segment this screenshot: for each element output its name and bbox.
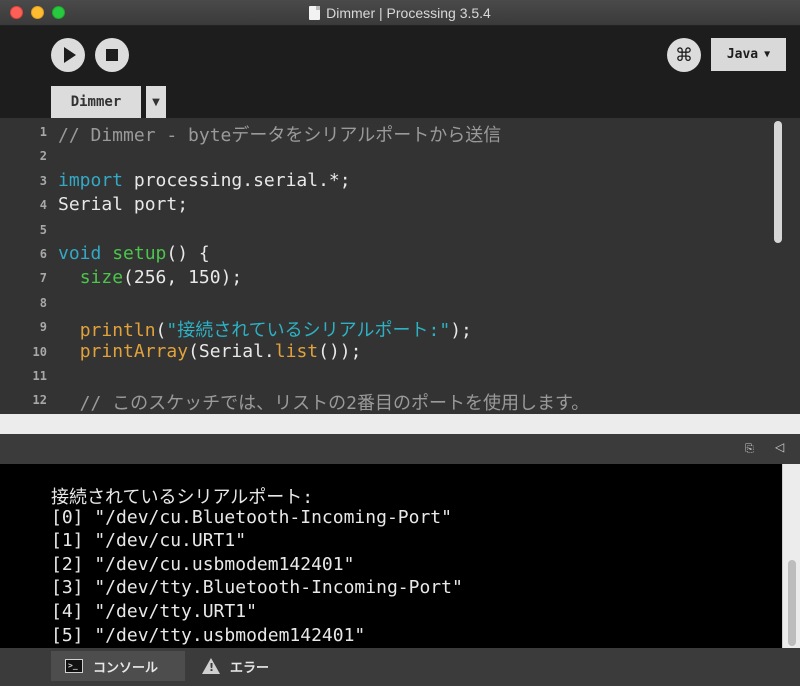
code-token: // Dimmer - byteデータをシリアルポートから送信 — [58, 125, 502, 146]
code-text: size(256, 150); — [58, 267, 243, 289]
code-line[interactable]: 4 Serial port; — [0, 193, 770, 217]
bottom-tab-bar: >_ コンソール エラー — [0, 648, 800, 686]
console-scrollbar[interactable] — [782, 464, 800, 648]
copy-icon[interactable]: ⎘ — [745, 442, 754, 456]
tab-dimmer[interactable]: Dimmer — [51, 86, 141, 118]
stop-icon — [106, 49, 118, 61]
line-number: 6 — [39, 247, 47, 261]
code-line[interactable]: 8 — [0, 291, 770, 315]
code-text: import processing.serial.*; — [58, 170, 351, 191]
code-token: ()); — [318, 340, 362, 362]
line-number: 8 — [39, 295, 47, 310]
console-output[interactable]: 接続されているシリアルポート: [0] "/dev/cu.Bluetooth-In… — [0, 464, 800, 648]
code-text: // Dimmer - byteデータをシリアルポートから送信 — [58, 121, 501, 147]
console-line: 接続されているシリアルポート: — [51, 487, 314, 508]
line-number: 12 — [32, 393, 47, 408]
console-scroll-thumb[interactable] — [788, 560, 796, 646]
status-bar: ⎘ ◁ — [0, 434, 800, 464]
console-icon: >_ — [65, 659, 83, 673]
code-text: // このスケッチでは、リストの2番目のポートを使用します。 — [58, 389, 590, 414]
sketch-tabs: Dimmer ▼ — [0, 86, 800, 118]
line-number: 5 — [39, 222, 47, 237]
code-token: println — [79, 320, 156, 342]
line-number: 10 — [32, 344, 47, 359]
code-token: import — [58, 169, 124, 191]
code-token: list — [274, 340, 319, 362]
stop-button[interactable] — [95, 38, 129, 72]
line-number: 9 — [39, 320, 47, 335]
mode-selector[interactable]: Java ▼ — [711, 38, 786, 71]
tab-console[interactable]: >_ コンソール — [51, 651, 185, 681]
tab-errors-label: エラー — [230, 660, 270, 676]
code-token: "接続されているシリアルポート:" — [166, 320, 451, 342]
code-token: // このスケッチでは、リストの2番目のポートを使用します。 — [58, 393, 590, 414]
code-line[interactable]: 1 // Dimmer - byteデータをシリアルポートから送信 — [0, 120, 770, 147]
code-line[interactable]: 6 void setup() { — [0, 242, 770, 266]
code-line[interactable]: 2 — [0, 144, 770, 168]
code-editor[interactable]: 1 // Dimmer - byteデータをシリアルポートから送信 2 3 import… — [0, 118, 800, 414]
console-line: [0] "/dev/cu.Bluetooth-Incoming-Port" — [51, 506, 452, 528]
tab-errors[interactable]: エラー — [190, 651, 295, 681]
caret-down-icon: ▼ — [152, 96, 160, 108]
debugger-icon: ⌘ — [675, 44, 693, 66]
run-button[interactable] — [51, 38, 85, 72]
warning-icon — [202, 658, 220, 674]
code-token: ( — [155, 320, 167, 342]
code-line[interactable]: 3 import processing.serial.*; — [0, 169, 770, 193]
code-line[interactable]: 5 — [0, 218, 770, 242]
caret-down-icon: ▼ — [764, 49, 771, 60]
code-token: () { — [166, 243, 210, 264]
console-line: [2] "/dev/cu.usbmodem142401" — [51, 553, 355, 575]
line-number: 1 — [39, 125, 47, 139]
line-number: 7 — [39, 271, 47, 286]
code-token: (256, 150); — [123, 267, 243, 289]
code-line[interactable]: 9 println("接続されているシリアルポート:"); — [0, 315, 770, 342]
tab-console-label: コンソール — [93, 660, 159, 676]
code-text: Serial port; — [58, 194, 188, 215]
code-text: printArray(Serial.list()); — [58, 340, 362, 362]
title-bar: Dimmer | Processing 3.5.4 — [0, 0, 800, 26]
console-line: [4] "/dev/tty.URT1" — [51, 601, 257, 622]
collapse-arrow-icon[interactable]: ◁ — [775, 440, 784, 454]
toolbar: ⌘ Java ▼ — [0, 26, 800, 86]
console-line: [1] "/dev/cu.URT1" — [51, 530, 247, 552]
play-icon — [63, 47, 76, 63]
window-title: Dimmer | Processing 3.5.4 — [326, 5, 491, 21]
code-text: void setup() { — [58, 243, 210, 264]
mode-label: Java — [726, 47, 759, 62]
code-token: printArray — [79, 340, 189, 362]
window-title-group: Dimmer | Processing 3.5.4 — [0, 0, 800, 26]
code-line[interactable]: 12 // このスケッチでは、リストの2番目のポートを使用します。 — [0, 388, 770, 414]
line-number: 11 — [32, 369, 47, 383]
code-line[interactable]: 10 printArray(Serial.list()); — [0, 340, 770, 364]
code-token: void — [58, 243, 102, 264]
code-token: Serial port; — [58, 194, 189, 216]
line-number: 3 — [39, 173, 47, 188]
code-token: setup — [112, 243, 167, 264]
code-token: ); — [450, 320, 472, 342]
line-number: 4 — [39, 198, 47, 213]
code-line[interactable]: 7 size(256, 150); — [0, 266, 770, 290]
line-number: 2 — [39, 149, 47, 164]
console-line: [3] "/dev/tty.Bluetooth-Incoming-Port" — [51, 577, 463, 599]
code-token: (Serial. — [188, 340, 275, 362]
editor-console-divider[interactable] — [0, 414, 800, 434]
code-line[interactable]: 11 — [0, 364, 770, 388]
tab-menu-button[interactable]: ▼ — [146, 86, 166, 118]
debug-button[interactable]: ⌘ — [667, 38, 701, 72]
console-line: [5] "/dev/tty.usbmodem142401" — [51, 624, 366, 646]
code-text: println("接続されているシリアルポート:"); — [58, 316, 472, 342]
editor-scrollbar[interactable] — [774, 121, 782, 243]
code-token: processing.serial.*; — [123, 169, 351, 191]
code-token: size — [79, 267, 124, 289]
document-icon — [309, 6, 321, 20]
